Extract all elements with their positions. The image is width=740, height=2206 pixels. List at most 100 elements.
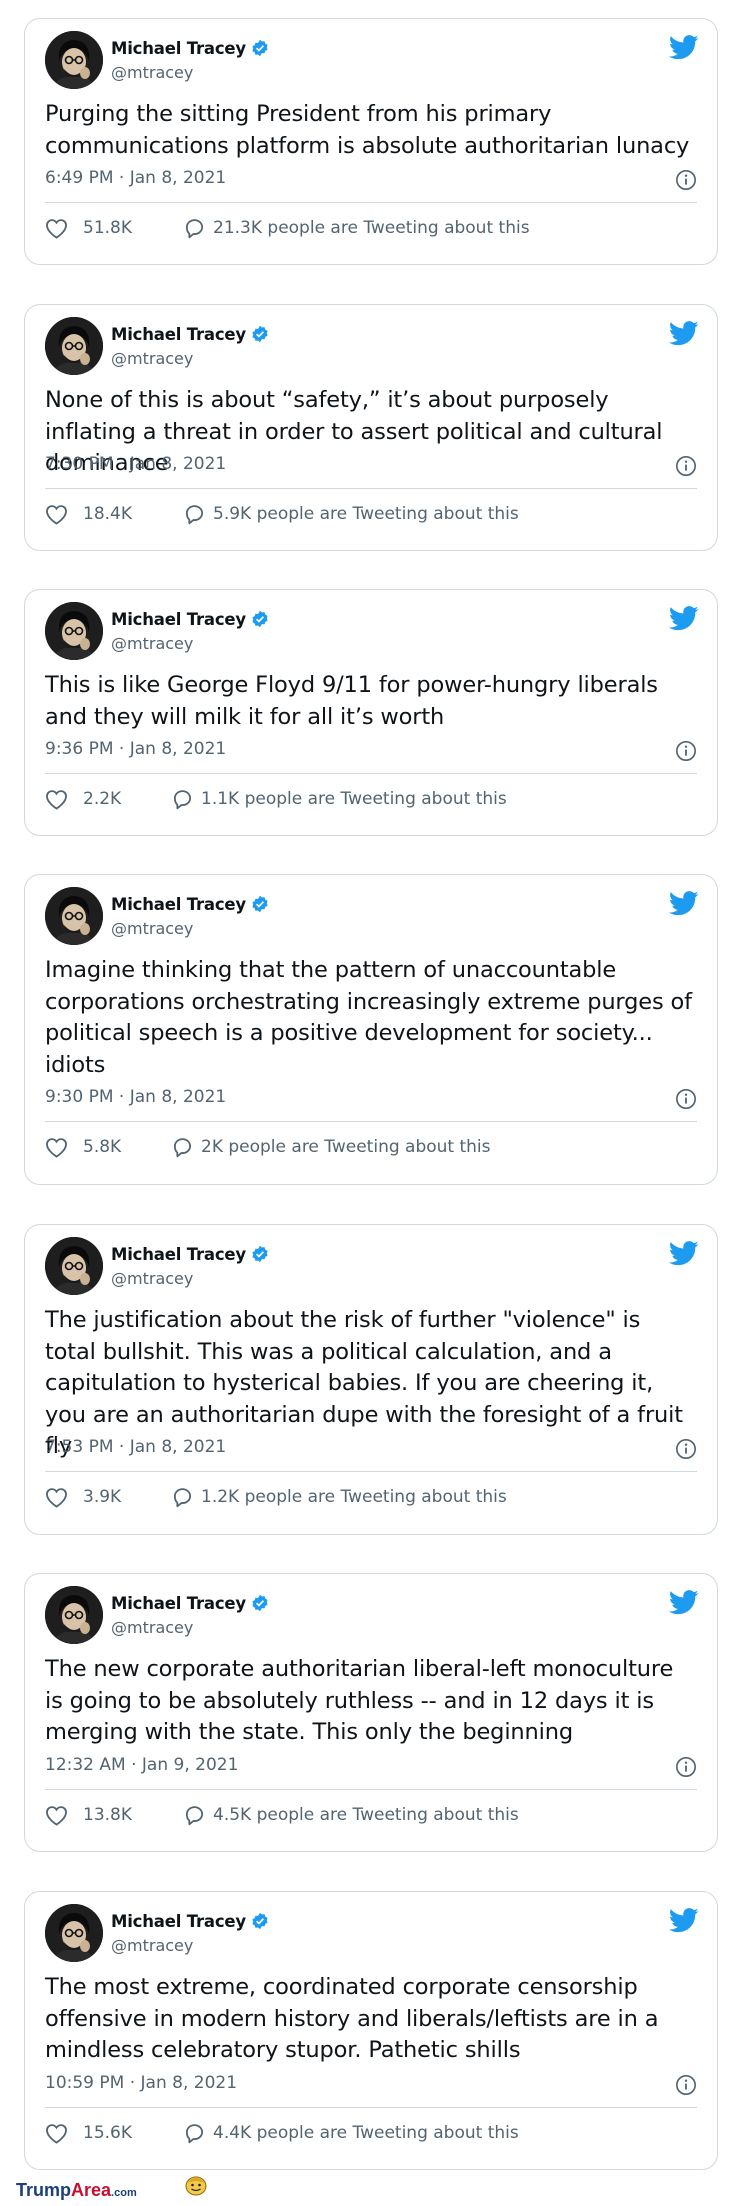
like-count[interactable]: 51.8K [83, 218, 132, 238]
twitter-bird-icon[interactable] [668, 1908, 699, 1937]
info-icon[interactable] [675, 455, 697, 481]
twitter-bird-icon[interactable] [668, 1590, 699, 1619]
author-handle[interactable]: @mtracey [111, 1269, 193, 1288]
author-name[interactable]: Michael Tracey [111, 1912, 269, 1934]
info-icon[interactable] [675, 1088, 697, 1114]
divider [45, 773, 697, 774]
verified-badge-icon [251, 1245, 269, 1267]
avatar[interactable] [45, 602, 103, 660]
divider [45, 1121, 697, 1122]
tweet-timestamp[interactable]: 10:59 PM · Jan 8, 2021 [45, 2073, 237, 2093]
like-heart-icon[interactable] [45, 1487, 68, 1512]
reply-bubble-icon[interactable] [183, 2123, 206, 2148]
avatar[interactable] [45, 31, 103, 89]
tweeting-about-count[interactable]: 4.4K people are Tweeting about this [213, 2123, 519, 2143]
tweet-card[interactable]: Michael Tracey @mtracey The most extreme, … [24, 1891, 718, 2170]
author-name[interactable]: Michael Tracey [111, 1245, 269, 1267]
author-name-text: Michael Tracey [111, 39, 246, 58]
twitter-bird-icon[interactable] [668, 35, 699, 64]
verified-badge-icon [251, 1912, 269, 1934]
tweet-card[interactable]: Michael Tracey @mtracey This is like Georg… [24, 589, 718, 836]
watermark-part1: Trump [16, 2180, 72, 2200]
verified-badge-icon [251, 39, 269, 61]
tweet-text: The new corporate authoritarian liberal-… [45, 1656, 674, 1745]
like-heart-icon[interactable] [45, 789, 68, 814]
divider [45, 2106, 697, 2108]
tweet-card[interactable]: Michael Tracey @mtracey Imagine thinking t… [24, 874, 718, 1185]
avatar[interactable] [45, 1237, 103, 1295]
tweeting-about-count[interactable]: 1.1K people are Tweeting about this [201, 789, 507, 809]
divider [45, 1788, 697, 1790]
like-heart-icon[interactable] [45, 1137, 68, 1162]
twitter-bird-icon[interactable] [668, 321, 699, 350]
divider [45, 1471, 697, 1472]
like-count[interactable]: 15.6K [83, 2123, 132, 2143]
reply-bubble-icon[interactable] [183, 504, 206, 529]
author-handle[interactable]: @mtracey [111, 63, 193, 82]
tweet-card[interactable]: Michael Tracey @mtracey Purging the sittin… [24, 18, 718, 265]
author-name-text: Michael Tracey [111, 895, 246, 914]
like-heart-icon[interactable] [45, 504, 68, 529]
divider [45, 202, 697, 203]
tweet-timestamp[interactable]: 6:49 PM · Jan 8, 2021 [45, 168, 226, 188]
like-count[interactable]: 3.9K [83, 1487, 121, 1507]
tweet-timestamp[interactable]: 9:30 PM · Jan 8, 2021 [45, 1087, 226, 1107]
watermark-part2: Area [71, 2180, 112, 2200]
like-count[interactable]: 5.8K [83, 1137, 121, 1157]
author-name-text: Michael Tracey [111, 325, 246, 344]
reply-bubble-icon[interactable] [183, 1805, 206, 1830]
author-name-text: Michael Tracey [111, 1594, 246, 1613]
reply-bubble-icon[interactable] [171, 1137, 194, 1162]
tweet-timestamp[interactable]: 7:53 PM · Jan 8, 2021 [45, 1437, 226, 1457]
info-icon[interactable] [675, 740, 697, 766]
avatar[interactable] [45, 1586, 103, 1644]
author-name[interactable]: Michael Tracey [111, 39, 269, 61]
twitter-bird-icon[interactable] [668, 606, 699, 635]
author-name[interactable]: Michael Tracey [111, 325, 269, 347]
twitter-bird-icon[interactable] [668, 891, 699, 920]
smiley-face-icon [185, 2176, 207, 2196]
info-icon[interactable] [675, 1438, 697, 1464]
tweet-timestamp[interactable]: 9:36 PM · Jan 8, 2021 [45, 739, 226, 759]
tweet-timestamp[interactable]: 7:30 PM · Jan 8, 2021 [45, 454, 226, 474]
verified-badge-icon [251, 325, 269, 347]
reply-bubble-icon[interactable] [183, 218, 206, 243]
like-count[interactable]: 13.8K [83, 1805, 132, 1825]
like-count[interactable]: 2.2K [83, 789, 121, 809]
author-name[interactable]: Michael Tracey [111, 1594, 269, 1616]
author-handle[interactable]: @mtracey [111, 349, 193, 368]
reply-bubble-icon[interactable] [171, 1487, 194, 1512]
watermark-logo: TrumpArea.com [16, 2176, 207, 2201]
like-heart-icon[interactable] [45, 1805, 68, 1830]
tweet-card[interactable]: Michael Tracey @mtracey The justification … [24, 1224, 718, 1535]
like-heart-icon[interactable] [45, 218, 68, 243]
tweet-timestamp[interactable]: 12:32 AM · Jan 9, 2021 [45, 1755, 238, 1775]
info-icon[interactable] [675, 2074, 697, 2100]
avatar[interactable] [45, 887, 103, 945]
reply-bubble-icon[interactable] [171, 789, 194, 814]
like-heart-icon[interactable] [45, 2123, 68, 2148]
tweeting-about-count[interactable]: 21.3K people are Tweeting about this [213, 218, 530, 238]
author-name[interactable]: Michael Tracey [111, 895, 269, 917]
author-handle[interactable]: @mtracey [111, 919, 193, 938]
author-name[interactable]: Michael Tracey [111, 610, 269, 632]
twitter-bird-icon[interactable] [668, 1241, 699, 1270]
author-handle[interactable]: @mtracey [111, 1618, 193, 1637]
tweeting-about-count[interactable]: 5.9K people are Tweeting about this [213, 504, 519, 524]
tweet-card[interactable]: Michael Tracey @mtracey The new corporate … [24, 1573, 718, 1852]
author-handle[interactable]: @mtracey [111, 1936, 193, 1955]
tweet-text: The most extreme, coordinated corporate … [45, 1974, 659, 2063]
tweet-card[interactable]: Michael Tracey @mtracey None of this is ab… [24, 304, 718, 551]
tweeting-about-count[interactable]: 2K people are Tweeting about this [201, 1137, 491, 1157]
avatar[interactable] [45, 317, 103, 375]
info-icon[interactable] [675, 1756, 697, 1782]
verified-badge-icon [251, 1594, 269, 1616]
avatar[interactable] [45, 1904, 103, 1962]
tweeting-about-count[interactable]: 4.5K people are Tweeting about this [213, 1805, 519, 1825]
watermark-part3: .com [111, 2187, 137, 2199]
tweet-text: Imagine thinking that the pattern of una… [45, 957, 692, 1078]
author-handle[interactable]: @mtracey [111, 634, 193, 653]
tweeting-about-count[interactable]: 1.2K people are Tweeting about this [201, 1487, 507, 1507]
like-count[interactable]: 18.4K [83, 504, 132, 524]
info-icon[interactable] [675, 169, 697, 195]
